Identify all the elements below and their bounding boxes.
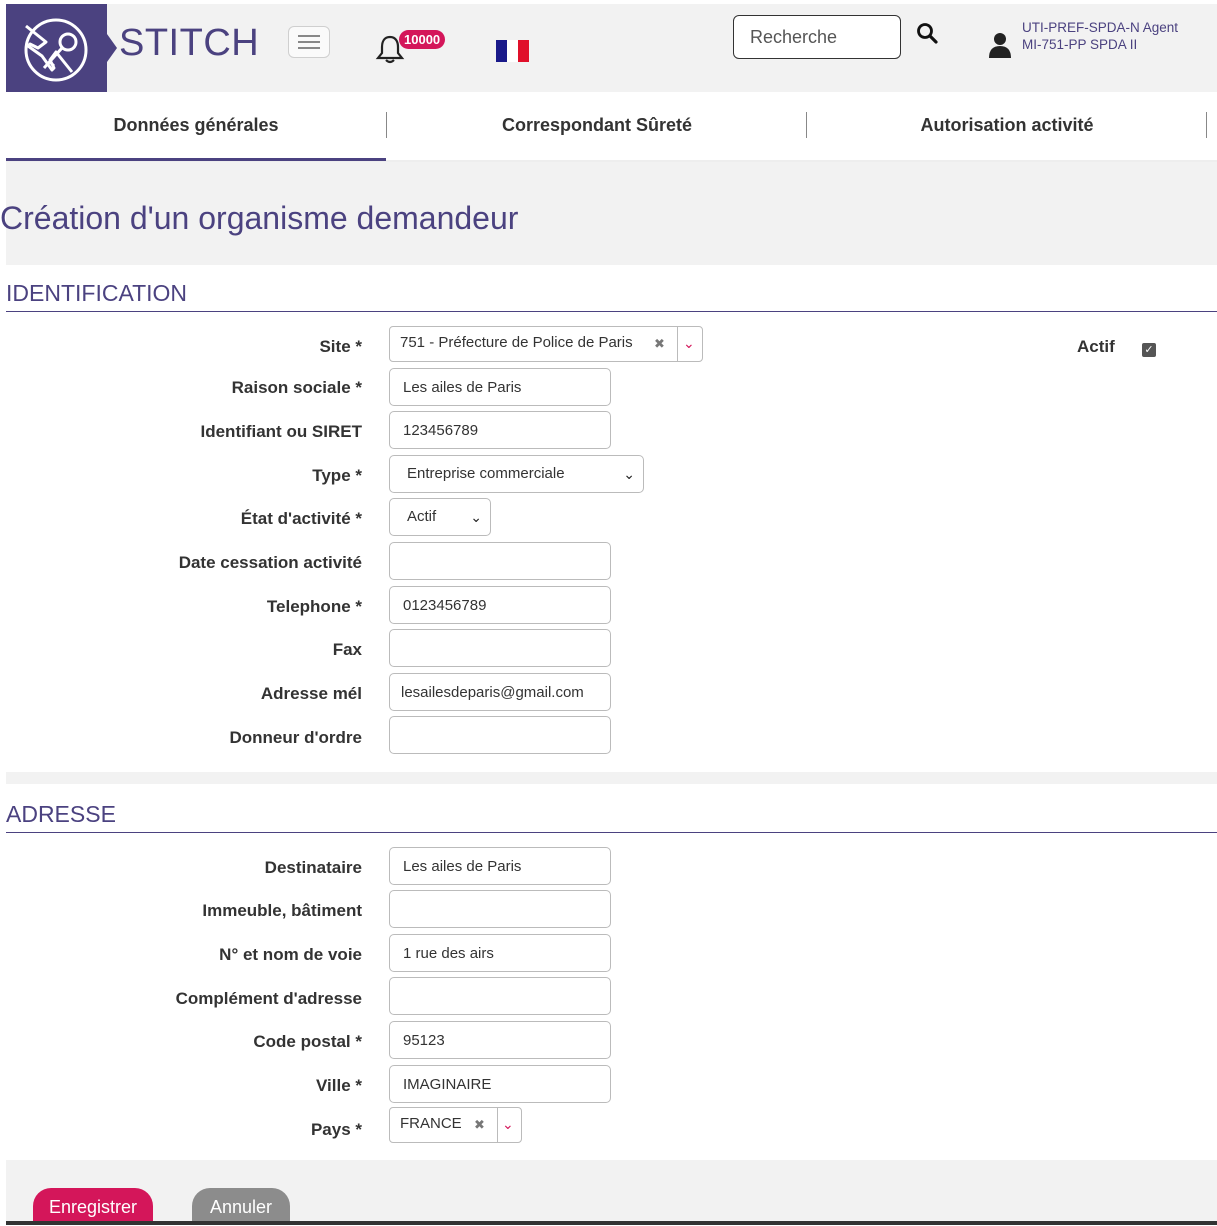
pays-label: Pays * [310, 1120, 362, 1139]
menu-toggle-button[interactable] [288, 26, 330, 58]
telephone-label: Telephone * [266, 597, 362, 616]
save-button[interactable]: Enregistrer [33, 1188, 153, 1224]
raison-sociale-label: Raison sociale * [231, 378, 362, 397]
search-icon[interactable] [916, 22, 938, 44]
pays-value: FRANCE [400, 1115, 462, 1132]
chevron-down-icon[interactable]: ⌄ [502, 1108, 514, 1140]
immeuble-input[interactable] [389, 890, 611, 928]
ville-input[interactable] [389, 1065, 611, 1103]
date-cessation-input[interactable] [389, 542, 611, 580]
site-value: 751 - Préfecture de Police de Paris [400, 334, 633, 351]
section-title-adresse: ADRESSE [6, 801, 116, 827]
tab-correspondant-surete[interactable]: Correspondant Sûreté [387, 92, 807, 158]
telephone-input[interactable] [389, 586, 611, 624]
logo-arrow [107, 34, 117, 62]
tab-separator [1206, 112, 1207, 138]
ville-label: Ville * [316, 1076, 362, 1095]
app-name: STITCH [119, 22, 260, 64]
actif-label: Actif [1077, 337, 1115, 356]
donneur-ordre-input[interactable] [389, 716, 611, 754]
complement-input[interactable] [389, 977, 611, 1015]
notification-badge[interactable]: 10000 [399, 30, 446, 49]
tab-bar: Données générales Correspondant Sûreté A… [6, 92, 1217, 162]
site-label: Site * [319, 337, 362, 356]
adresse-mel-label: Adresse mél [260, 684, 362, 703]
tab-autorisation-activite[interactable]: Autorisation activité [807, 92, 1207, 158]
fax-label: Fax [332, 640, 362, 659]
search-input[interactable] [733, 15, 901, 59]
tab-donnees-generales[interactable]: Données générales [6, 92, 386, 161]
clear-icon[interactable]: ✖ [654, 328, 665, 360]
cancel-button[interactable]: Annuler [192, 1188, 290, 1224]
user-role: UTI-PREF-SPDA-N Agent [1022, 20, 1179, 35]
site-select[interactable]: 751 - Préfecture de Police de Paris ✖ ⌄ [389, 326, 703, 362]
donneur-ordre-label: Donneur d'ordre [229, 728, 363, 747]
fax-input[interactable] [389, 629, 611, 667]
chevron-down-icon: ⌄ [470, 509, 482, 525]
action-bar [6, 1160, 1217, 1225]
voie-label: N° et nom de voie [219, 945, 362, 964]
page-title: Création d'un organisme demandeur [0, 200, 519, 236]
french-flag-icon[interactable] [496, 40, 529, 62]
app-logo[interactable] [6, 4, 107, 92]
section-divider [6, 832, 1217, 833]
code-postal-label: Code postal * [253, 1032, 362, 1051]
pays-select[interactable]: FRANCE ✖ ⌄ [389, 1107, 522, 1143]
user-icon [989, 33, 1011, 58]
hamburger-icon [298, 47, 320, 49]
top-header: STITCH 10000 UTI-PREF-SPDA-N Agent MI-75… [6, 4, 1217, 92]
select-divider [497, 1108, 498, 1142]
etat-activite-value: Actif [407, 508, 437, 525]
siret-label: Identifiant ou SIRET [200, 422, 363, 441]
select-divider [677, 327, 678, 361]
adresse-mel-input[interactable] [389, 673, 611, 711]
destinataire-input[interactable] [389, 847, 611, 885]
plane-key-logo-icon [24, 18, 88, 82]
destinataire-label: Destinataire [264, 858, 362, 877]
immeuble-label: Immeuble, bâtiment [202, 901, 362, 920]
hamburger-icon [298, 35, 320, 37]
code-postal-input[interactable] [389, 1021, 611, 1059]
etat-activite-label: État d'activité * [240, 509, 362, 528]
chevron-down-icon: ⌄ [623, 466, 635, 482]
user-info[interactable]: UTI-PREF-SPDA-N Agent MI-751-PP SPDA II [1022, 19, 1178, 53]
voie-input[interactable] [389, 934, 611, 972]
date-cessation-label: Date cessation activité [178, 553, 362, 572]
chevron-down-icon[interactable]: ⌄ [683, 327, 695, 359]
clear-icon[interactable]: ✖ [474, 1109, 485, 1141]
raison-sociale-input[interactable] [389, 368, 611, 406]
section-title-identification: IDENTIFICATION [6, 280, 188, 306]
bottom-border [6, 1221, 1217, 1225]
type-select[interactable]: Entreprise commerciale ⌄ [389, 455, 644, 493]
type-label: Type * [312, 466, 362, 485]
user-unit: MI-751-PP SPDA II [1022, 37, 1138, 52]
complement-label: Complément d'adresse [175, 989, 362, 1008]
section-spacer [6, 772, 1217, 784]
section-divider [6, 311, 1217, 312]
actif-checkbox[interactable]: ✓ [1142, 343, 1156, 357]
etat-activite-select[interactable]: Actif ⌄ [389, 498, 491, 536]
type-value: Entreprise commerciale [407, 465, 565, 482]
hamburger-icon [298, 41, 320, 43]
siret-input[interactable] [389, 411, 611, 449]
